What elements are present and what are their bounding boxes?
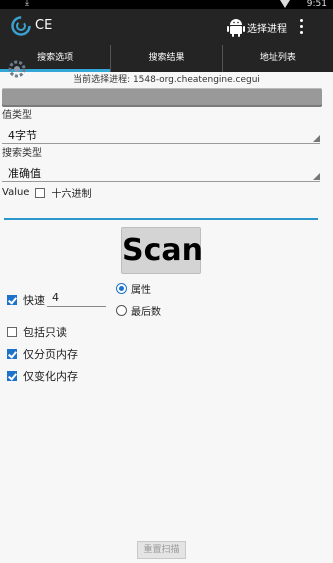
tab-search-results[interactable]: 搜索结果: [111, 45, 223, 72]
fast-scan-checkbox[interactable]: [7, 295, 17, 305]
scan-button[interactable]: Scan: [121, 227, 203, 274]
tab-bar: 搜索选项 搜索结果 地址列表: [0, 45, 333, 72]
paged-memory-checkbox[interactable]: [7, 349, 17, 359]
changed-memory-label: 仅变化内存: [23, 370, 78, 383]
paged-memory-option: 仅分页内存: [7, 346, 78, 362]
status-time: 9:51: [306, 0, 327, 9]
scan-type-selected: 准确值: [8, 167, 41, 180]
value-type-dropdown[interactable]: 4字节: [2, 124, 320, 144]
app-title: CE: [35, 18, 53, 33]
fast-scan-label: 快速: [23, 294, 45, 307]
hex-checkbox[interactable]: [35, 187, 46, 198]
scan-progress-bar: [2, 88, 322, 107]
include-readonly-option: 包括只读: [7, 324, 67, 340]
select-process-button[interactable]: 选择进程: [226, 15, 287, 39]
hex-label: 十六进制: [51, 189, 92, 200]
radio-attribute-label: 属性: [131, 285, 151, 296]
fast-scan-option: 快速: [7, 292, 45, 308]
paged-memory-label: 仅分页内存: [23, 348, 78, 361]
android-icon: [227, 19, 245, 37]
radio-last-digits-label: 最后数: [131, 307, 161, 318]
dropdown-arrow-icon: [313, 173, 320, 180]
status-bar: ⤓ 9:51: [0, 0, 333, 9]
value-type-selected: 4字节: [8, 129, 37, 142]
scan-type-dropdown[interactable]: 准确值: [2, 162, 320, 182]
value-input[interactable]: [4, 203, 318, 220]
cheat-engine-logo: [11, 16, 31, 36]
radio-last-digits[interactable]: [116, 305, 127, 316]
tab-address-list[interactable]: 地址列表: [223, 45, 333, 72]
value-label: Value: [2, 187, 30, 198]
wifi-icon: [280, 0, 290, 8]
radio-option-attribute[interactable]: 属性: [116, 281, 151, 296]
current-process-text: 当前选择进程: 1548-org.cheatengine.cegui: [73, 75, 260, 85]
value-row: Value 十六进制: [2, 185, 91, 200]
reset-scan-button[interactable]: 重置扫描: [137, 541, 186, 559]
include-readonly-checkbox[interactable]: [7, 327, 17, 337]
value-type-label: 值类型: [2, 110, 32, 121]
changed-memory-checkbox[interactable]: [7, 371, 17, 381]
radio-attribute[interactable]: [116, 283, 127, 294]
download-icon: ⤓: [25, 0, 29, 8]
select-process-label: 选择进程: [247, 23, 287, 35]
scan-type-label: 搜索类型: [2, 148, 42, 159]
radio-option-last-digits[interactable]: 最后数: [116, 303, 161, 318]
dropdown-arrow-icon: [313, 135, 320, 142]
changed-memory-option: 仅变化内存: [7, 368, 78, 384]
app-bar: CE 选择进程: [0, 9, 333, 45]
include-readonly-label: 包括只读: [23, 326, 67, 339]
overflow-menu-icon[interactable]: [298, 19, 304, 37]
fast-scan-alignment-input[interactable]: 4: [47, 290, 106, 307]
